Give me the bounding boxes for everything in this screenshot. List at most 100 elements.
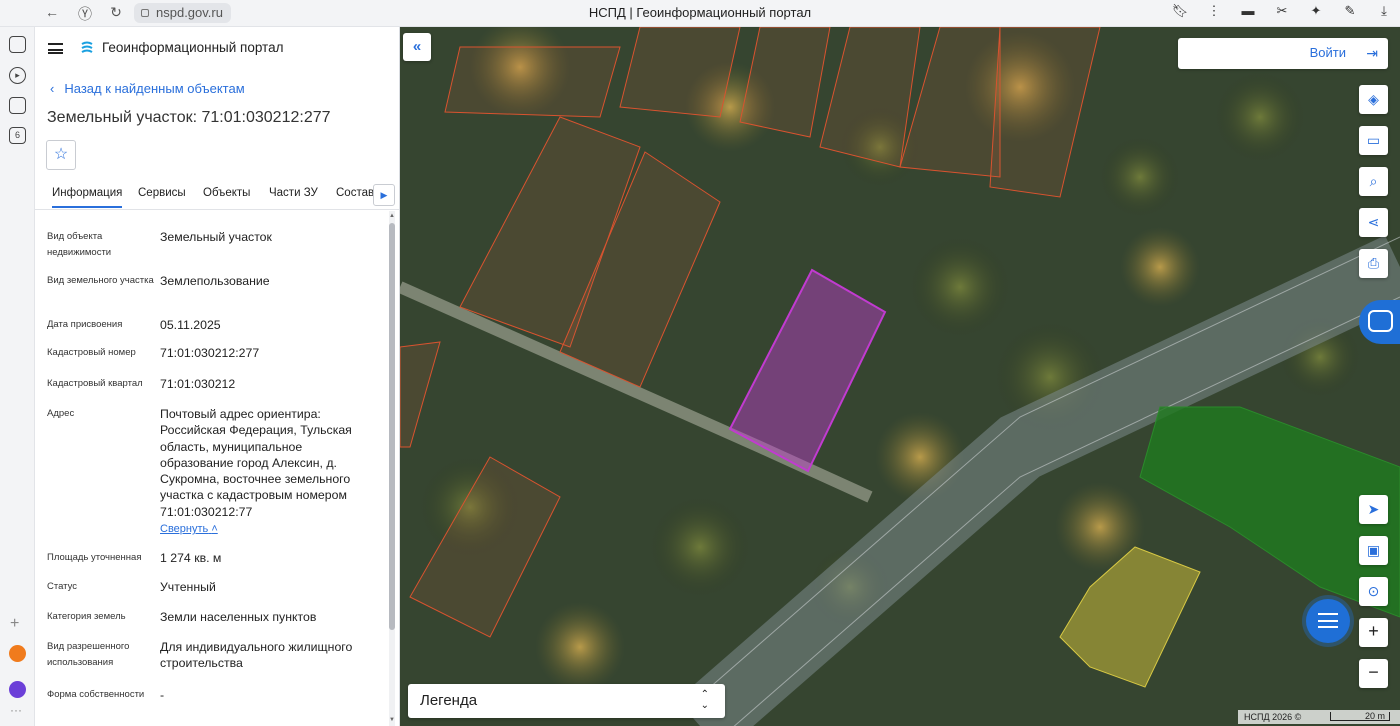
plus-icon: +	[1368, 621, 1379, 641]
legend-label: Легенда	[420, 692, 478, 709]
property-value: -	[160, 688, 165, 702]
print-icon: ⎙	[1367, 255, 1380, 271]
yandex-icon[interactable]: Ⓨ	[75, 4, 95, 24]
assistant-button[interactable]	[1359, 300, 1400, 344]
property-label: Вид разрешенного использования	[47, 641, 130, 668]
info-panel: Геоинформационный портал ‹ Назад к найден…	[35, 27, 400, 726]
reload-icon[interactable]: ↻	[106, 4, 126, 21]
property-label: Статус	[47, 581, 78, 592]
extension-icon[interactable]: ▬	[1238, 3, 1258, 19]
map-attribution: НСПД 2026 © 20 m	[1238, 710, 1400, 724]
minimap-button[interactable]: ▣	[1359, 536, 1388, 565]
scroll-down-icon[interactable]: ▼	[389, 717, 395, 723]
url-text: nspd.gov.ru	[156, 5, 223, 20]
assistant-icon	[1368, 310, 1393, 332]
screenshot-icon[interactable]	[9, 97, 26, 114]
login-icon: ⇥	[1366, 45, 1378, 61]
attribution-text: НСПД 2026 ©	[1244, 712, 1302, 722]
tab-bar: Информация Сервисы Объекты Части ЗУ Сост…	[35, 182, 399, 210]
ruler-button[interactable]: ▭	[1359, 126, 1388, 155]
property-label: Адрес	[47, 408, 75, 419]
property-label: Вид объекта недвижимости	[47, 231, 112, 258]
chat-button[interactable]	[1306, 599, 1350, 643]
portal-title: Геоинформационный портал	[102, 40, 284, 55]
login-button[interactable]: Войти ⇥	[1178, 38, 1388, 69]
lock-icon	[141, 9, 149, 17]
download-icon[interactable]: ⤓	[1374, 3, 1394, 19]
search-area-icon: ⌕	[1369, 173, 1378, 189]
property-value: Землепользование	[160, 274, 270, 288]
browser-sidebar: ▸ 6 + ···	[0, 27, 35, 726]
property-value: 1 274 кв. м	[160, 551, 222, 565]
tab-count-icon[interactable]: 6	[9, 127, 26, 144]
add-icon[interactable]: +	[10, 615, 19, 633]
collapse-panel-button[interactable]: «	[403, 33, 431, 61]
tab-objects[interactable]: Объекты	[203, 187, 250, 199]
collections-icon[interactable]	[9, 36, 26, 53]
locate-button[interactable]: ➤	[1359, 495, 1388, 524]
expand-icon: ⌃ ⌄	[700, 689, 709, 711]
property-value: Для индивидуального жилищного строительс…	[160, 640, 353, 671]
zoom-out-button[interactable]: −	[1359, 659, 1388, 688]
address-bar[interactable]: nspd.gov.ru	[134, 3, 231, 23]
property-value: 71:01:030212:277	[160, 346, 260, 360]
chat-icon	[1318, 613, 1338, 628]
property-value: Земельный участок	[160, 230, 272, 244]
browser-toolbar: ← Ⓨ ↻ nspd.gov.ru НСПД | Геоинформационн…	[0, 0, 1400, 27]
minimap-icon: ▣	[1366, 542, 1381, 558]
scroll-up-icon[interactable]: ▲	[389, 213, 395, 219]
alice-icon[interactable]	[9, 681, 26, 698]
share-button[interactable]: ⋖	[1359, 208, 1388, 237]
edit-icon[interactable]: ✎	[1340, 3, 1360, 19]
property-value: 05.11.2025	[160, 318, 221, 332]
tab-parts[interactable]: Части ЗУ	[269, 187, 318, 199]
object-title: Земельный участок: 71:01:030212:277	[47, 109, 331, 126]
tools-icon[interactable]: ✂	[1272, 3, 1292, 19]
scrollbar-thumb[interactable]	[389, 223, 395, 630]
property-label: Кадастровый квартал	[47, 378, 143, 389]
property-label: Площадь уточненная	[47, 552, 142, 563]
property-value: Земли населенных пунктов	[160, 610, 317, 624]
print-button[interactable]: ⎙	[1359, 249, 1388, 278]
puzzle-icon[interactable]: ✦	[1306, 3, 1326, 19]
collapse-address-link[interactable]: Свернуть ˄	[160, 523, 218, 535]
menu-icon[interactable]	[48, 43, 63, 54]
tab-information[interactable]: Информация	[52, 187, 123, 208]
geolocation-button[interactable]: ⊙	[1359, 577, 1388, 606]
property-value: Учтенный	[160, 580, 216, 594]
geolocation-icon: ⊙	[1367, 583, 1380, 599]
favorite-star-button[interactable]: ☆	[46, 140, 76, 170]
legend-dropdown[interactable]: Легенда ⌃ ⌄	[408, 684, 725, 718]
chevron-up-icon: ˄	[211, 523, 218, 535]
back-to-results-link[interactable]: ‹ Назад к найденным объектам	[50, 81, 245, 96]
property-label: Категория земель	[47, 611, 126, 622]
panel-scrollbar[interactable]: ▲ ▼	[389, 211, 395, 726]
more-icon[interactable]: ···	[10, 703, 22, 717]
portal-logo-icon	[81, 41, 93, 53]
back-link-label: Назад к найденным объектам	[64, 81, 245, 96]
property-label: Вид земельного участка	[47, 275, 154, 286]
bookmark-icon[interactable]: 🔖︎	[1170, 3, 1190, 19]
scale-bar: 20 m	[1330, 712, 1390, 721]
tab-services[interactable]: Сервисы	[138, 187, 186, 199]
share-icon: ⋖	[1367, 214, 1380, 230]
property-label: Дата присвоения	[47, 319, 123, 330]
property-label: Форма собственности	[47, 689, 145, 700]
collapse-label: Свернуть	[160, 523, 209, 535]
map-view[interactable]: « Войти ⇥ ◈ ▭ ⌕ ⋖ ⎙ ➤ ▣ ⊙ + − Легенда ⌃ ⌄…	[400, 27, 1400, 726]
property-label: Кадастровый номер	[47, 347, 136, 358]
zoom-in-button[interactable]: +	[1359, 618, 1388, 647]
property-value: 71:01:030212	[160, 377, 236, 391]
satellite-imagery[interactable]	[400, 27, 1400, 726]
login-label: Войти	[1309, 45, 1346, 60]
play-icon[interactable]: ▸	[9, 67, 26, 84]
orange-app-icon[interactable]	[9, 645, 26, 662]
search-area-button[interactable]: ⌕	[1359, 167, 1388, 196]
back-arrow-icon[interactable]: ←	[42, 4, 62, 20]
tabs-scroll-right-button[interactable]: ▶	[373, 184, 395, 206]
more-menu-icon[interactable]: ⋮	[1204, 3, 1224, 19]
chevron-left-icon: ‹	[50, 81, 55, 96]
tab-composition[interactable]: Состав	[336, 187, 374, 199]
layers-button[interactable]: ◈	[1359, 85, 1388, 114]
layers-icon: ◈	[1368, 91, 1379, 107]
